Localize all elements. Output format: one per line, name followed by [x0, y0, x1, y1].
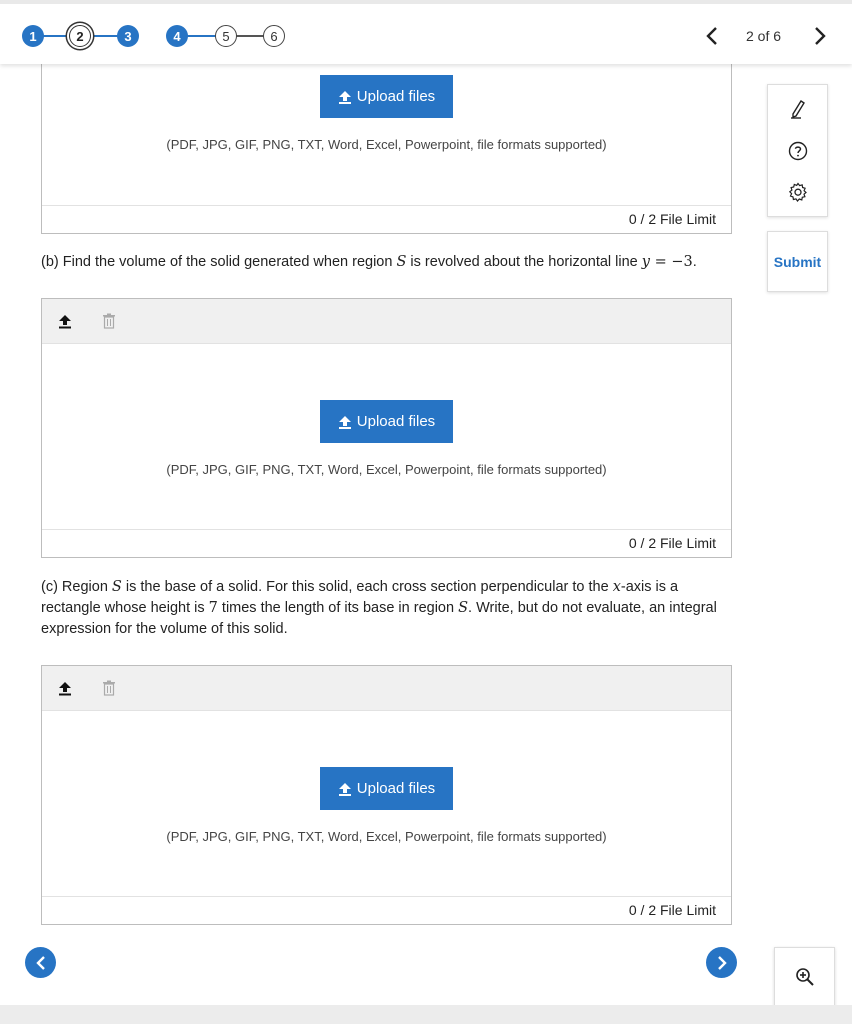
pencil-icon — [791, 100, 805, 119]
math-x: x — [612, 579, 621, 595]
trash-icon — [103, 313, 115, 329]
question-b-prefix: (b) Find the volume of the solid generat… — [41, 254, 397, 270]
upload-files-button[interactable]: Upload files — [320, 75, 453, 118]
upload-toolbar-delete-button[interactable] — [100, 679, 118, 697]
step-6[interactable]: 6 — [263, 25, 285, 47]
math-S: S — [458, 600, 469, 616]
chevron-right-icon — [717, 955, 727, 970]
supported-formats-note: (PDF, JPG, GIF, PNG, TXT, Word, Excel, P… — [166, 462, 607, 477]
trash-icon — [103, 680, 115, 696]
math-S: S — [396, 254, 407, 270]
step-2[interactable]: 2 — [69, 25, 91, 47]
upload-icon — [338, 782, 351, 796]
chevron-left-icon — [706, 27, 717, 45]
upload-icon — [338, 90, 351, 104]
upload-files-label: Upload files — [356, 780, 436, 797]
upload-toolbar-delete-button[interactable] — [100, 312, 118, 330]
page-indicator: 2 of 6 — [746, 28, 782, 44]
settings-button[interactable] — [786, 180, 810, 204]
supported-formats-note: (PDF, JPG, GIF, PNG, TXT, Word, Excel, P… — [166, 829, 607, 844]
upload-toolbar — [42, 666, 731, 711]
step-4[interactable]: 4 — [166, 25, 188, 47]
settings-icon — [788, 182, 807, 202]
math-equals-value: = −3 — [649, 254, 693, 270]
question-c-part: (c) Region — [41, 579, 112, 595]
next-page-button[interactable] — [808, 22, 832, 50]
question-stepper: 1 2 3 4 5 6 — [20, 24, 290, 48]
file-limit-text: 0 / 2 File Limit — [628, 902, 716, 918]
upload-toolbar — [42, 299, 731, 344]
bottom-scroll-strip — [0, 1005, 852, 1024]
upload-box-part-a: Upload files (PDF, JPG, GIF, PNG, TXT, W… — [41, 64, 732, 234]
upload-arrow-icon — [59, 314, 71, 328]
step-3[interactable]: 3 — [117, 25, 139, 47]
file-limit-bar: 0 / 2 File Limit — [42, 529, 731, 557]
question-c-part: times the length of its base in region — [217, 600, 459, 616]
upload-toolbar-upload-button[interactable] — [56, 679, 74, 697]
upload-files-label: Upload files — [356, 88, 436, 105]
supported-formats-note: (PDF, JPG, GIF, PNG, TXT, Word, Excel, P… — [166, 137, 607, 152]
upload-arrow-icon — [59, 681, 71, 695]
tools-panel — [767, 84, 828, 217]
upload-toolbar-upload-button[interactable] — [56, 312, 74, 330]
file-limit-bar: 0 / 2 File Limit — [42, 205, 731, 233]
pencil-tool-button[interactable] — [786, 97, 810, 121]
chevron-right-icon — [815, 27, 826, 45]
question-c-part: is the base of a solid. For this solid, … — [121, 579, 613, 595]
help-icon — [788, 141, 808, 161]
zoom-in-button[interactable] — [774, 947, 835, 1007]
upload-box-part-c: Upload files (PDF, JPG, GIF, PNG, TXT, W… — [41, 665, 732, 925]
help-button[interactable] — [786, 139, 810, 163]
submit-button[interactable]: Submit — [767, 231, 828, 292]
zoom-in-icon — [795, 968, 814, 986]
step-5[interactable]: 5 — [215, 25, 237, 47]
file-limit-text: 0 / 2 File Limit — [628, 535, 716, 551]
top-navigation-bar: 1 2 3 4 5 6 2 of 6 — [0, 0, 852, 64]
question-b-suffix: . — [692, 254, 697, 270]
chevron-left-icon — [35, 955, 45, 970]
question-c-text: (c) Region S is the base of a solid. For… — [41, 577, 733, 640]
upload-files-button[interactable]: Upload files — [320, 400, 453, 443]
math-S: S — [111, 579, 122, 595]
math-y: y — [641, 254, 650, 270]
question-b-middle: is revolved about the horizontal line — [406, 254, 642, 270]
upload-files-button[interactable]: Upload files — [320, 767, 453, 810]
file-limit-bar: 0 / 2 File Limit — [42, 896, 731, 924]
question-b-text: (b) Find the volume of the solid generat… — [41, 252, 697, 273]
next-question-button[interactable] — [706, 947, 737, 978]
math-seven: 7 — [208, 600, 218, 616]
previous-question-button[interactable] — [25, 947, 56, 978]
upload-files-label: Upload files — [356, 413, 436, 430]
step-1[interactable]: 1 — [22, 25, 44, 47]
upload-icon — [338, 415, 351, 429]
previous-page-button[interactable] — [700, 22, 724, 50]
upload-box-part-b: Upload files (PDF, JPG, GIF, PNG, TXT, W… — [41, 298, 732, 558]
file-limit-text: 0 / 2 File Limit — [628, 211, 716, 227]
